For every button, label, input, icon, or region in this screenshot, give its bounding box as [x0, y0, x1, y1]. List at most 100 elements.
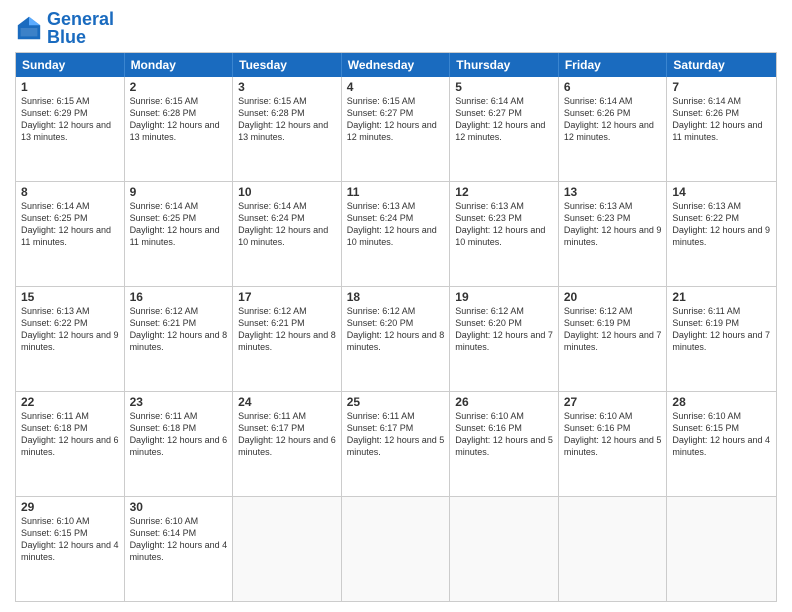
calendar-row-4: 22Sunrise: 6:11 AMSunset: 6:18 PMDayligh… [16, 391, 776, 496]
day-number: 22 [21, 395, 119, 409]
calendar-day-22: 22Sunrise: 6:11 AMSunset: 6:18 PMDayligh… [16, 392, 125, 496]
calendar-day-10: 10Sunrise: 6:14 AMSunset: 6:24 PMDayligh… [233, 182, 342, 286]
cell-info: Sunrise: 6:12 AMSunset: 6:21 PMDaylight:… [238, 305, 336, 354]
calendar-header: SundayMondayTuesdayWednesdayThursdayFrid… [16, 53, 776, 77]
day-number: 5 [455, 80, 553, 94]
calendar-row-1: 1Sunrise: 6:15 AMSunset: 6:29 PMDaylight… [16, 77, 776, 181]
cell-info: Sunrise: 6:15 AMSunset: 6:27 PMDaylight:… [347, 95, 445, 144]
header-day-monday: Monday [125, 53, 234, 77]
cell-info: Sunrise: 6:10 AMSunset: 6:16 PMDaylight:… [564, 410, 662, 459]
calendar-empty-cell [342, 497, 451, 601]
calendar-day-3: 3Sunrise: 6:15 AMSunset: 6:28 PMDaylight… [233, 77, 342, 181]
calendar-row-2: 8Sunrise: 6:14 AMSunset: 6:25 PMDaylight… [16, 181, 776, 286]
cell-info: Sunrise: 6:10 AMSunset: 6:15 PMDaylight:… [672, 410, 771, 459]
calendar-day-25: 25Sunrise: 6:11 AMSunset: 6:17 PMDayligh… [342, 392, 451, 496]
calendar-day-16: 16Sunrise: 6:12 AMSunset: 6:21 PMDayligh… [125, 287, 234, 391]
cell-info: Sunrise: 6:10 AMSunset: 6:15 PMDaylight:… [21, 515, 119, 564]
day-number: 11 [347, 185, 445, 199]
cell-info: Sunrise: 6:14 AMSunset: 6:26 PMDaylight:… [564, 95, 662, 144]
calendar-day-30: 30Sunrise: 6:10 AMSunset: 6:14 PMDayligh… [125, 497, 234, 601]
calendar-body: 1Sunrise: 6:15 AMSunset: 6:29 PMDaylight… [16, 77, 776, 601]
calendar-day-18: 18Sunrise: 6:12 AMSunset: 6:20 PMDayligh… [342, 287, 451, 391]
calendar-day-24: 24Sunrise: 6:11 AMSunset: 6:17 PMDayligh… [233, 392, 342, 496]
calendar-day-8: 8Sunrise: 6:14 AMSunset: 6:25 PMDaylight… [16, 182, 125, 286]
logo-text: General Blue [47, 10, 114, 46]
day-number: 23 [130, 395, 228, 409]
cell-info: Sunrise: 6:15 AMSunset: 6:29 PMDaylight:… [21, 95, 119, 144]
header-day-sunday: Sunday [16, 53, 125, 77]
calendar-day-20: 20Sunrise: 6:12 AMSunset: 6:19 PMDayligh… [559, 287, 668, 391]
day-number: 6 [564, 80, 662, 94]
header-day-tuesday: Tuesday [233, 53, 342, 77]
day-number: 13 [564, 185, 662, 199]
calendar-day-17: 17Sunrise: 6:12 AMSunset: 6:21 PMDayligh… [233, 287, 342, 391]
cell-info: Sunrise: 6:15 AMSunset: 6:28 PMDaylight:… [238, 95, 336, 144]
calendar-empty-cell [450, 497, 559, 601]
calendar-day-5: 5Sunrise: 6:14 AMSunset: 6:27 PMDaylight… [450, 77, 559, 181]
day-number: 4 [347, 80, 445, 94]
day-number: 3 [238, 80, 336, 94]
cell-info: Sunrise: 6:12 AMSunset: 6:20 PMDaylight:… [347, 305, 445, 354]
logo-icon [15, 14, 43, 42]
header-day-wednesday: Wednesday [342, 53, 451, 77]
cell-info: Sunrise: 6:14 AMSunset: 6:25 PMDaylight:… [21, 200, 119, 249]
header-day-thursday: Thursday [450, 53, 559, 77]
cell-info: Sunrise: 6:14 AMSunset: 6:25 PMDaylight:… [130, 200, 228, 249]
calendar-row-5: 29Sunrise: 6:10 AMSunset: 6:15 PMDayligh… [16, 496, 776, 601]
day-number: 28 [672, 395, 771, 409]
cell-info: Sunrise: 6:13 AMSunset: 6:22 PMDaylight:… [21, 305, 119, 354]
cell-info: Sunrise: 6:13 AMSunset: 6:23 PMDaylight:… [564, 200, 662, 249]
calendar-day-15: 15Sunrise: 6:13 AMSunset: 6:22 PMDayligh… [16, 287, 125, 391]
day-number: 17 [238, 290, 336, 304]
day-number: 18 [347, 290, 445, 304]
cell-info: Sunrise: 6:15 AMSunset: 6:28 PMDaylight:… [130, 95, 228, 144]
day-number: 14 [672, 185, 771, 199]
header-day-friday: Friday [559, 53, 668, 77]
day-number: 21 [672, 290, 771, 304]
calendar-day-14: 14Sunrise: 6:13 AMSunset: 6:22 PMDayligh… [667, 182, 776, 286]
calendar-day-13: 13Sunrise: 6:13 AMSunset: 6:23 PMDayligh… [559, 182, 668, 286]
cell-info: Sunrise: 6:13 AMSunset: 6:24 PMDaylight:… [347, 200, 445, 249]
cell-info: Sunrise: 6:11 AMSunset: 6:17 PMDaylight:… [347, 410, 445, 459]
header: General Blue [15, 10, 777, 46]
cell-info: Sunrise: 6:11 AMSunset: 6:17 PMDaylight:… [238, 410, 336, 459]
cell-info: Sunrise: 6:12 AMSunset: 6:21 PMDaylight:… [130, 305, 228, 354]
cell-info: Sunrise: 6:14 AMSunset: 6:27 PMDaylight:… [455, 95, 553, 144]
day-number: 2 [130, 80, 228, 94]
cell-info: Sunrise: 6:11 AMSunset: 6:18 PMDaylight:… [130, 410, 228, 459]
day-number: 16 [130, 290, 228, 304]
calendar-day-2: 2Sunrise: 6:15 AMSunset: 6:28 PMDaylight… [125, 77, 234, 181]
cell-info: Sunrise: 6:13 AMSunset: 6:23 PMDaylight:… [455, 200, 553, 249]
calendar-day-6: 6Sunrise: 6:14 AMSunset: 6:26 PMDaylight… [559, 77, 668, 181]
day-number: 10 [238, 185, 336, 199]
calendar-day-21: 21Sunrise: 6:11 AMSunset: 6:19 PMDayligh… [667, 287, 776, 391]
calendar-day-9: 9Sunrise: 6:14 AMSunset: 6:25 PMDaylight… [125, 182, 234, 286]
day-number: 30 [130, 500, 228, 514]
day-number: 27 [564, 395, 662, 409]
calendar-day-26: 26Sunrise: 6:10 AMSunset: 6:16 PMDayligh… [450, 392, 559, 496]
day-number: 20 [564, 290, 662, 304]
day-number: 8 [21, 185, 119, 199]
calendar-day-12: 12Sunrise: 6:13 AMSunset: 6:23 PMDayligh… [450, 182, 559, 286]
cell-info: Sunrise: 6:12 AMSunset: 6:19 PMDaylight:… [564, 305, 662, 354]
calendar-day-19: 19Sunrise: 6:12 AMSunset: 6:20 PMDayligh… [450, 287, 559, 391]
cell-info: Sunrise: 6:13 AMSunset: 6:22 PMDaylight:… [672, 200, 771, 249]
day-number: 29 [21, 500, 119, 514]
calendar-day-29: 29Sunrise: 6:10 AMSunset: 6:15 PMDayligh… [16, 497, 125, 601]
day-number: 25 [347, 395, 445, 409]
calendar-day-28: 28Sunrise: 6:10 AMSunset: 6:15 PMDayligh… [667, 392, 776, 496]
day-number: 15 [21, 290, 119, 304]
day-number: 26 [455, 395, 553, 409]
logo: General Blue [15, 10, 114, 46]
day-number: 7 [672, 80, 771, 94]
day-number: 24 [238, 395, 336, 409]
cell-info: Sunrise: 6:10 AMSunset: 6:14 PMDaylight:… [130, 515, 228, 564]
day-number: 19 [455, 290, 553, 304]
day-number: 12 [455, 185, 553, 199]
calendar-empty-cell [233, 497, 342, 601]
calendar-day-11: 11Sunrise: 6:13 AMSunset: 6:24 PMDayligh… [342, 182, 451, 286]
cell-info: Sunrise: 6:11 AMSunset: 6:18 PMDaylight:… [21, 410, 119, 459]
calendar-day-4: 4Sunrise: 6:15 AMSunset: 6:27 PMDaylight… [342, 77, 451, 181]
cell-info: Sunrise: 6:10 AMSunset: 6:16 PMDaylight:… [455, 410, 553, 459]
page: General Blue SundayMondayTuesdayWednesda… [0, 0, 792, 612]
